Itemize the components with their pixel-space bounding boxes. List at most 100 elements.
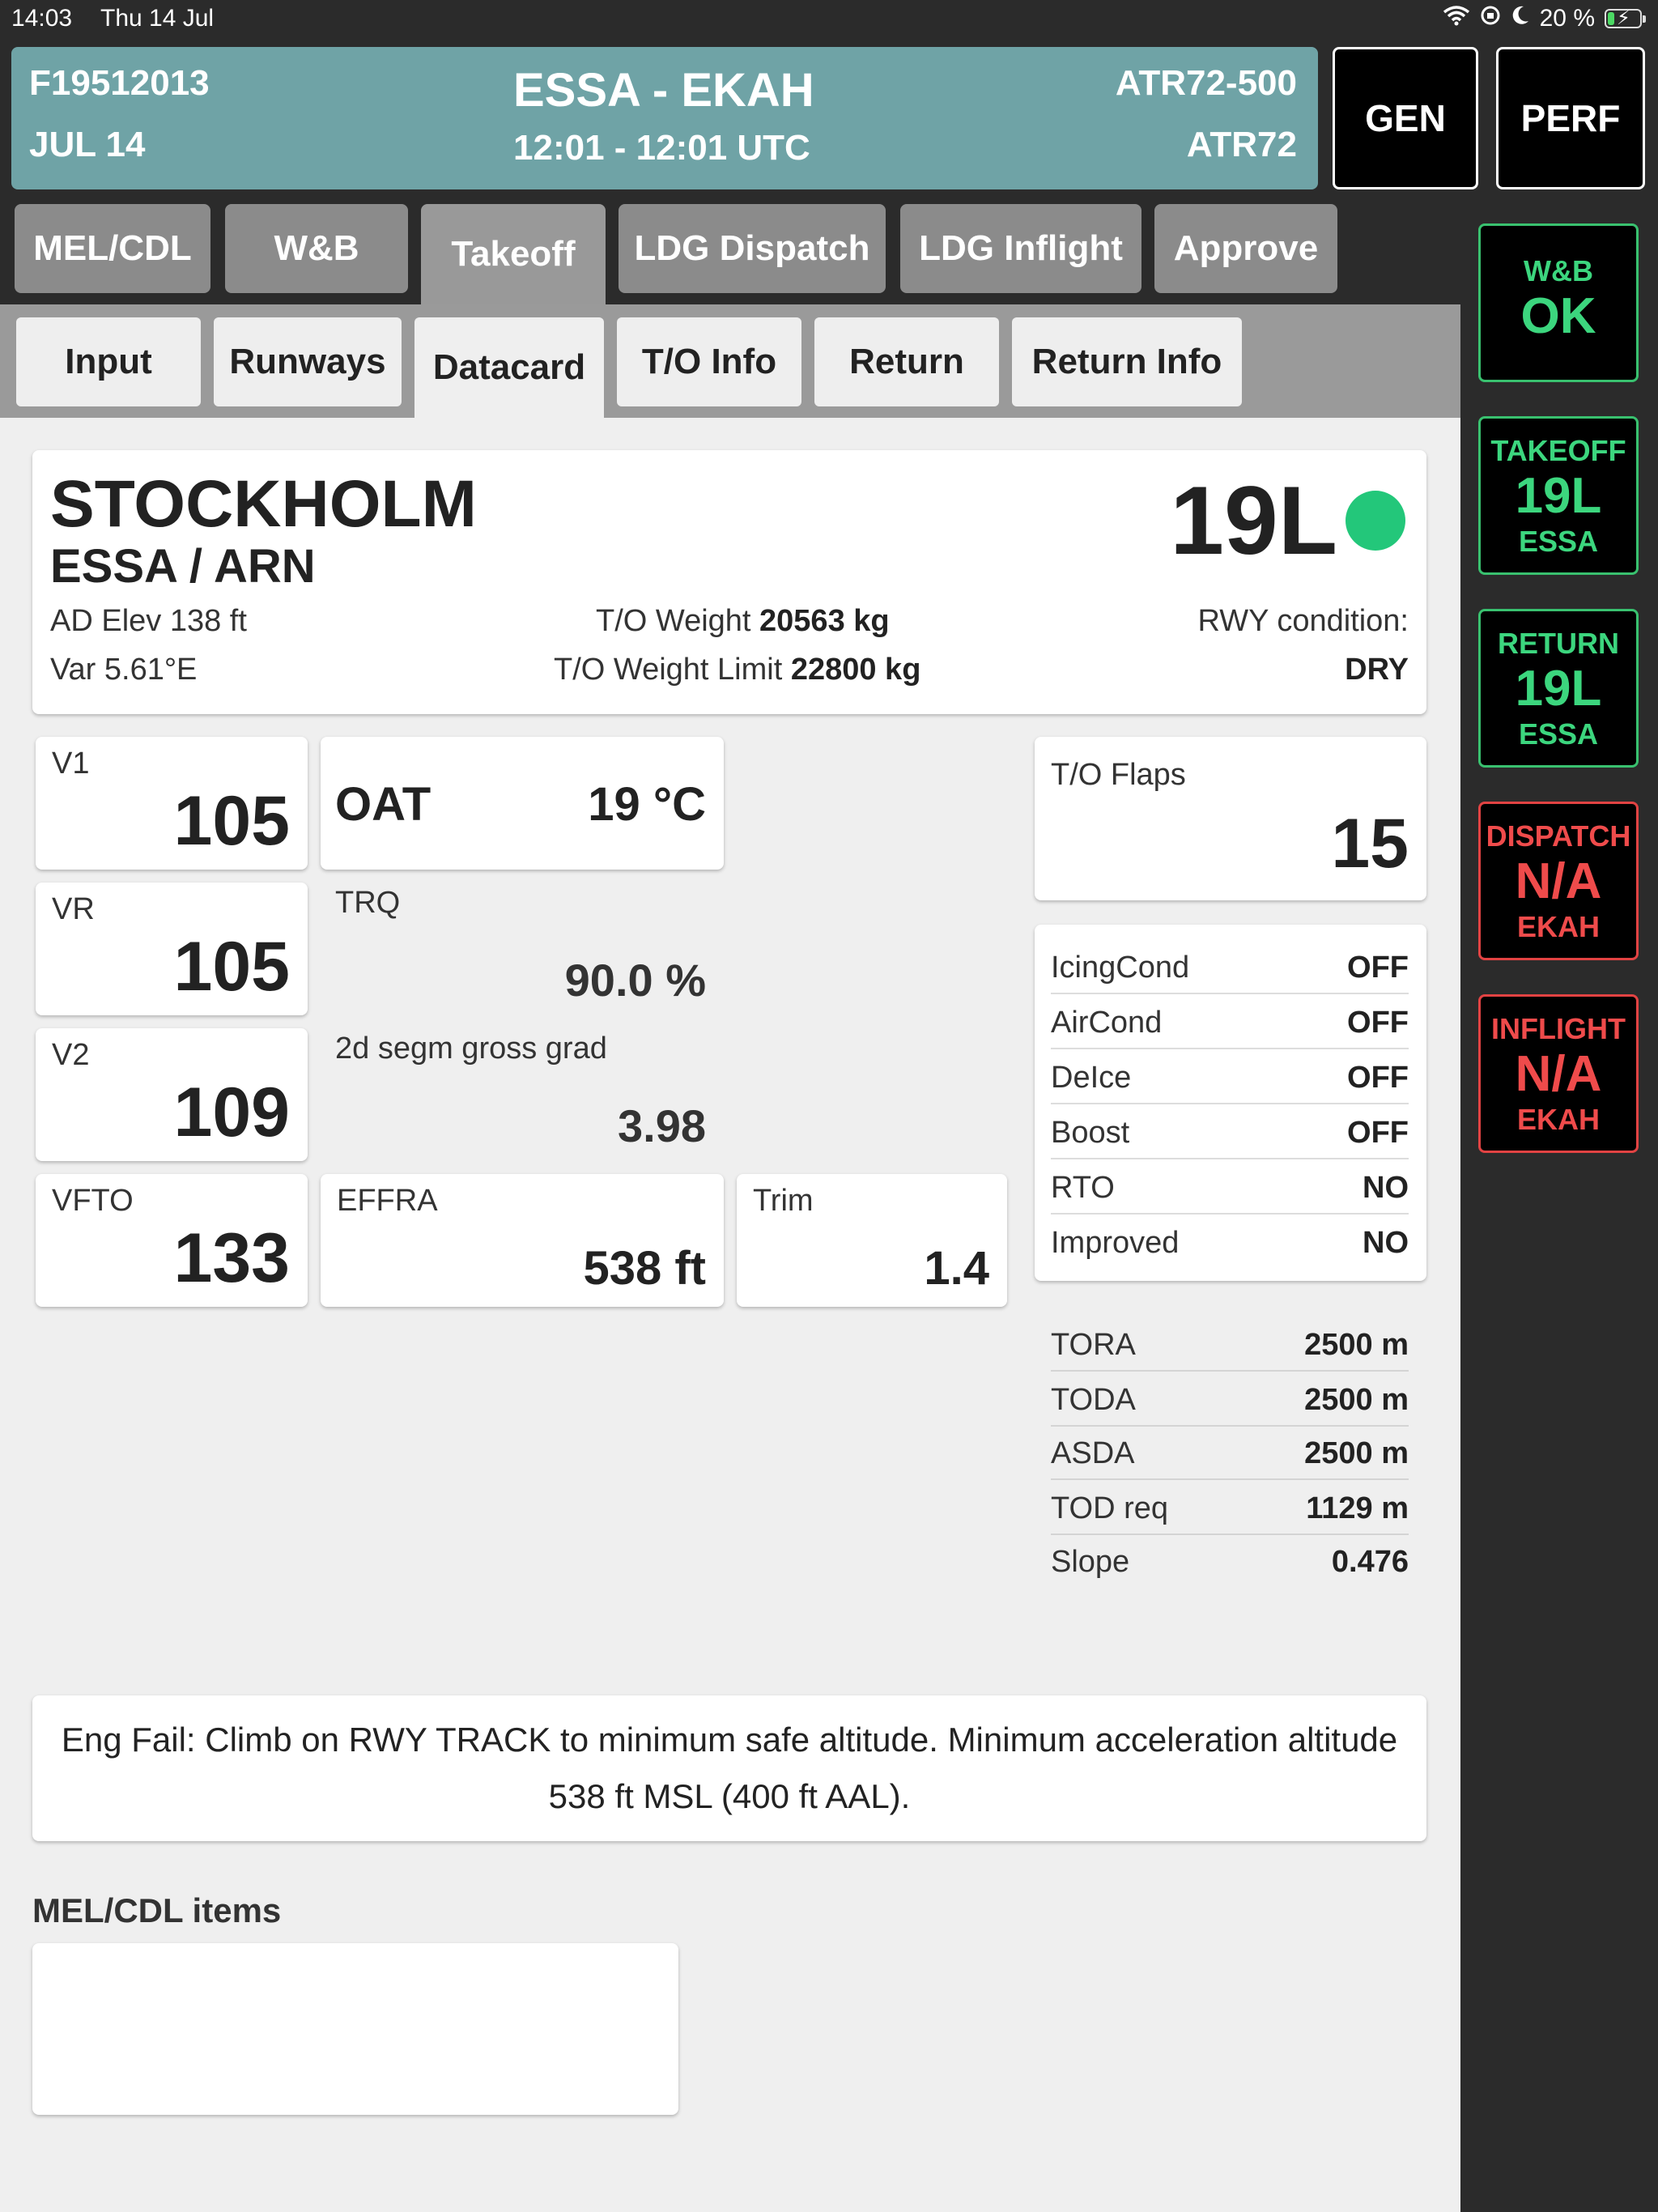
distance-row: TODA 2500 m — [1051, 1372, 1409, 1427]
subtab-datacard[interactable]: Datacard — [414, 317, 604, 418]
distance-value: 2500 m — [1304, 1383, 1409, 1417]
perf-button[interactable]: PERF — [1496, 47, 1645, 189]
return-status-value: 19L — [1515, 661, 1602, 717]
condition-value: OFF — [1347, 1006, 1409, 1040]
trq-label: TRQ — [335, 886, 401, 920]
trim-card[interactable]: Trim 1.4 — [737, 1174, 1007, 1307]
subtab-return-info[interactable]: Return Info — [1012, 317, 1242, 406]
status-bar: 14:03 Thu 14 Jul 20 % ⚡ — [0, 0, 1658, 40]
tab-approve[interactable]: Approve — [1154, 204, 1337, 293]
mel-cdl-items-box[interactable] — [32, 1943, 678, 2115]
condition-key: Improved — [1051, 1226, 1180, 1260]
moon-icon — [1511, 5, 1530, 32]
distance-key: Slope — [1051, 1545, 1130, 1579]
condition-value: OFF — [1347, 1061, 1409, 1095]
wb-status-card[interactable]: W&B OK — [1478, 223, 1639, 382]
return-status-card[interactable]: RETURN 19L ESSA — [1478, 609, 1639, 768]
vfto-label: VFTO — [52, 1184, 134, 1218]
oat-value: 19 °C — [588, 778, 706, 831]
oat-card[interactable]: OAT 19 °C — [321, 737, 724, 870]
condition-key: DeIce — [1051, 1061, 1132, 1095]
battery-percent: 20 % — [1539, 5, 1595, 32]
airport-codes: ESSA / ARN — [50, 540, 316, 593]
tab-wb[interactable]: W&B — [225, 204, 408, 293]
flaps-card[interactable]: T/O Flaps 15 — [1035, 737, 1426, 900]
v1-card[interactable]: V1 105 — [36, 737, 308, 870]
condition-key: AirCond — [1051, 1006, 1163, 1040]
magnetic-variation: Var 5.61°E — [50, 653, 198, 687]
takeoff-weight: T/O Weight 20563 kg — [596, 604, 890, 639]
wb-status-label: W&B — [1524, 254, 1593, 287]
effra-card[interactable]: EFFRA 538 ft — [321, 1174, 724, 1307]
v1-value: 105 — [173, 782, 291, 860]
condition-row: Improved NO — [1051, 1214, 1409, 1268]
distance-key: ASDA — [1051, 1436, 1135, 1470]
distance-key: TOD req — [1051, 1491, 1169, 1525]
wifi-icon — [1443, 5, 1470, 32]
dispatch-status-airport: EKAH — [1516, 910, 1600, 943]
condition-key: IcingCond — [1051, 951, 1190, 985]
vr-card[interactable]: VR 105 — [36, 883, 308, 1015]
subtab-input[interactable]: Input — [16, 317, 201, 406]
inflight-status-label: INFLIGHT — [1491, 1012, 1626, 1045]
flight-time: 12:01 - 12:01 UTC — [513, 128, 810, 168]
takeoff-status-card[interactable]: TAKEOFF 19L ESSA — [1478, 416, 1639, 575]
distance-value: 2500 m — [1304, 1436, 1409, 1470]
takeoff-weight-value: 20563 kg — [759, 604, 890, 638]
dispatch-status-value: N/A — [1515, 853, 1602, 909]
distance-row: ASDA 2500 m — [1051, 1425, 1409, 1480]
condition-value: OFF — [1347, 951, 1409, 985]
subtab-runways[interactable]: Runways — [214, 317, 402, 406]
condition-key: RTO — [1051, 1171, 1115, 1205]
condition-row: RTO NO — [1051, 1159, 1409, 1214]
flight-id: F19512013 — [29, 63, 210, 103]
airport-elevation: AD Elev 138 ft — [50, 604, 247, 638]
tab-ldg-dispatch[interactable]: LDG Dispatch — [619, 204, 886, 293]
effra-value: 538 ft — [583, 1242, 706, 1295]
condition-value: NO — [1363, 1171, 1409, 1205]
vr-value: 105 — [173, 928, 291, 1006]
flight-header: F19512013 JUL 14 ESSA - EKAH 12:01 - 12:… — [11, 47, 1318, 189]
tab-ldg-inflight[interactable]: LDG Inflight — [900, 204, 1141, 293]
takeoff-weight-limit-value: 22800 kg — [790, 653, 921, 687]
condition-row: AirCond OFF — [1051, 994, 1409, 1049]
subtab-to-info[interactable]: T/O Info — [617, 317, 801, 406]
gross-gradient-value: 3.98 — [618, 1100, 706, 1151]
flight-date: JUL 14 — [29, 125, 146, 164]
flight-route: ESSA - EKAH — [513, 64, 814, 117]
inflight-status-airport: EKAH — [1516, 1103, 1600, 1136]
takeoff-status-value: 19L — [1515, 468, 1602, 524]
tab-takeoff[interactable]: Takeoff — [421, 204, 606, 304]
runway-status-dot — [1346, 491, 1405, 551]
distance-value: 0.476 — [1331, 1545, 1409, 1579]
distance-key: TORA — [1051, 1328, 1136, 1362]
condition-row: IcingCond OFF — [1051, 939, 1409, 994]
return-status-airport: ESSA — [1518, 717, 1599, 751]
gross-gradient-label: 2d segm gross grad — [335, 1032, 607, 1066]
runway-condition-value: DRY — [1345, 653, 1409, 687]
airport-name: STOCKHOLM — [50, 467, 477, 541]
gen-button[interactable]: GEN — [1333, 47, 1478, 189]
inflight-status-value: N/A — [1515, 1046, 1602, 1102]
distance-row: TOD req 1129 m — [1051, 1480, 1409, 1535]
inflight-status-card[interactable]: INFLIGHT N/A EKAH — [1478, 994, 1639, 1153]
tab-mel-cdl[interactable]: MEL/CDL — [15, 204, 210, 293]
mel-cdl-title: MEL/CDL items — [32, 1891, 282, 1929]
engine-failure-text: Eng Fail: Climb on RWY TRACK to minimum … — [61, 1721, 1398, 1815]
clock: 14:03 — [11, 5, 73, 32]
effra-label: EFFRA — [337, 1184, 438, 1218]
conditions-card[interactable]: IcingCond OFF AirCond OFF DeIce OFF Boost OF… — [1035, 925, 1426, 1281]
wb-status-value: OK — [1520, 288, 1596, 344]
takeoff-weight-label: T/O Weight — [596, 604, 751, 638]
v1-label: V1 — [52, 747, 90, 781]
v2-card[interactable]: V2 109 — [36, 1028, 308, 1161]
airport-card: STOCKHOLM ESSA / ARN AD Elev 138 ft Var … — [32, 450, 1426, 714]
vfto-card[interactable]: VFTO 133 — [36, 1174, 308, 1307]
takeoff-status-label: TAKEOFF — [1490, 434, 1626, 467]
trq-value: 90.0 % — [564, 955, 706, 1006]
dispatch-status-card[interactable]: DISPATCH N/A EKAH — [1478, 802, 1639, 960]
distance-row: TORA 2500 m — [1051, 1317, 1409, 1372]
subtab-return[interactable]: Return — [814, 317, 999, 406]
oat-label: OAT — [335, 778, 432, 831]
distance-value: 2500 m — [1304, 1328, 1409, 1362]
